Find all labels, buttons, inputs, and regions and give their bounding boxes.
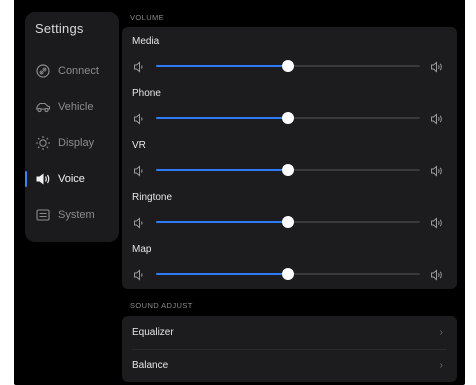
volume-slider-row: Map bbox=[122, 244, 457, 284]
sound-adjust-card: Equalizer › Balance › bbox=[122, 316, 457, 382]
volume-high-icon[interactable] bbox=[430, 268, 444, 281]
vehicle-icon bbox=[35, 99, 51, 115]
volume-slider-label: Phone bbox=[132, 88, 161, 99]
volume-high-icon[interactable] bbox=[430, 216, 444, 229]
volume-low-icon[interactable] bbox=[133, 60, 145, 73]
sidebar-item-system[interactable]: System bbox=[25, 202, 119, 228]
active-indicator bbox=[25, 171, 27, 187]
volume-slider-track[interactable] bbox=[156, 216, 420, 228]
volume-slider-track[interactable] bbox=[156, 60, 420, 72]
system-icon bbox=[35, 207, 51, 223]
volume-slider-fill bbox=[156, 117, 288, 119]
volume-slider-thumb[interactable] bbox=[282, 268, 294, 280]
sidebar-item-display[interactable]: Display bbox=[25, 130, 119, 156]
sidebar-item-vehicle[interactable]: Vehicle bbox=[25, 94, 119, 120]
balance-row[interactable]: Balance › bbox=[122, 349, 457, 382]
sound-adjust-section-label: SOUND ADJUST bbox=[130, 301, 193, 310]
volume-slider-thumb[interactable] bbox=[282, 112, 294, 124]
volume-slider-row: VR bbox=[122, 140, 457, 180]
sidebar-item-label: Voice bbox=[58, 173, 85, 185]
sidebar-item-label: Connect bbox=[58, 65, 99, 77]
volume-slider-label: VR bbox=[132, 140, 146, 151]
chevron-right-icon: › bbox=[439, 360, 443, 371]
volume-slider-track[interactable] bbox=[156, 164, 420, 176]
volume-low-icon[interactable] bbox=[133, 112, 145, 125]
equalizer-row[interactable]: Equalizer › bbox=[122, 316, 457, 349]
sidebar: Settings Connect Vehicle Display Voice S… bbox=[25, 12, 119, 242]
volume-low-icon[interactable] bbox=[133, 216, 145, 229]
volume-high-icon[interactable] bbox=[430, 164, 444, 177]
volume-slider-label: Ringtone bbox=[132, 192, 173, 203]
speaker-icon bbox=[35, 171, 51, 187]
volume-high-icon[interactable] bbox=[430, 112, 444, 125]
volume-slider-fill bbox=[156, 65, 288, 67]
volume-card: Media Phone VR Ringtone Map bbox=[122, 27, 457, 289]
sidebar-item-connect[interactable]: Connect bbox=[25, 58, 119, 84]
sidebar-item-label: Display bbox=[58, 137, 95, 149]
volume-slider-fill bbox=[156, 221, 288, 223]
sidebar-title: Settings bbox=[35, 21, 84, 36]
volume-slider-row: Phone bbox=[122, 88, 457, 128]
volume-high-icon[interactable] bbox=[430, 60, 444, 73]
volume-slider-track[interactable] bbox=[156, 112, 420, 124]
equalizer-label: Equalizer bbox=[132, 327, 174, 338]
chevron-right-icon: › bbox=[439, 327, 443, 338]
volume-slider-thumb[interactable] bbox=[282, 216, 294, 228]
connect-icon bbox=[35, 63, 51, 79]
volume-slider-fill bbox=[156, 169, 288, 171]
volume-slider-thumb[interactable] bbox=[282, 164, 294, 176]
volume-slider-label: Map bbox=[132, 244, 152, 255]
balance-label: Balance bbox=[132, 360, 169, 371]
volume-slider-row: Media bbox=[122, 36, 457, 76]
sidebar-item-label: Vehicle bbox=[58, 101, 94, 113]
volume-slider-track[interactable] bbox=[156, 268, 420, 280]
sidebar-item-voice[interactable]: Voice bbox=[25, 166, 119, 192]
sidebar-item-label: System bbox=[58, 209, 95, 221]
volume-slider-thumb[interactable] bbox=[282, 60, 294, 72]
volume-slider-row: Ringtone bbox=[122, 192, 457, 232]
volume-section-label: VOLUME bbox=[130, 13, 165, 22]
volume-slider-fill bbox=[156, 273, 288, 275]
display-icon bbox=[35, 135, 51, 151]
volume-slider-label: Media bbox=[132, 36, 160, 47]
volume-low-icon[interactable] bbox=[133, 268, 145, 281]
settings-window: Settings Connect Vehicle Display Voice S… bbox=[14, 0, 465, 385]
volume-low-icon[interactable] bbox=[133, 164, 145, 177]
